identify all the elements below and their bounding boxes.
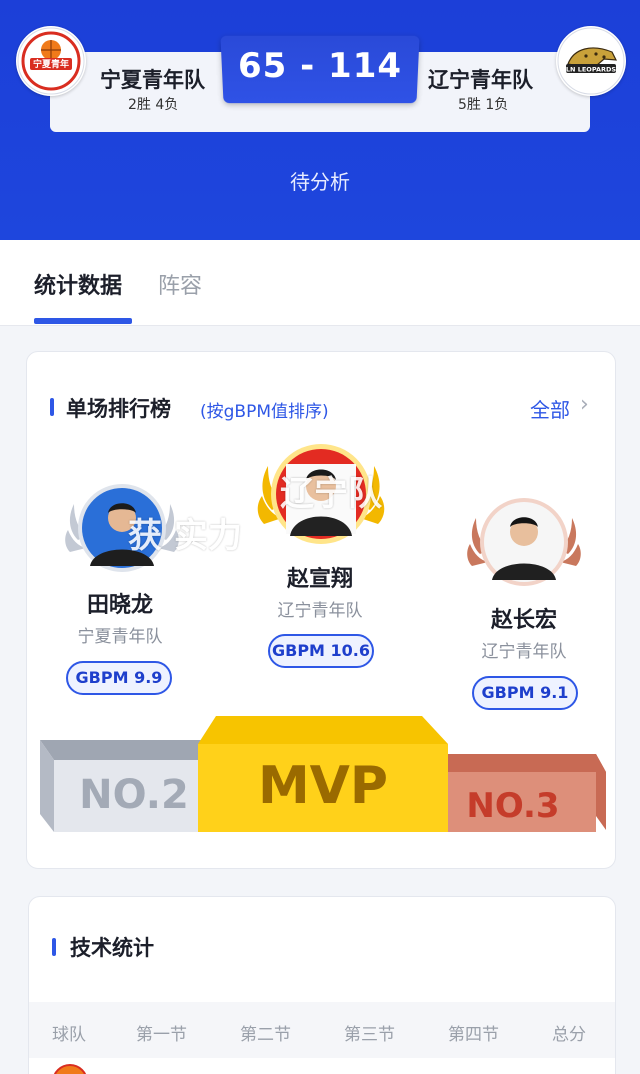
gbpm-badge-tian: GBPM 9.9 [66, 661, 172, 695]
match-header: 宁夏青年 宁夏青年队 2胜 4负 65 - 114 辽宁青年队 5胜 1负 LN… [0, 0, 640, 240]
leopard-logo-icon: LN LEOPARDS [557, 27, 625, 95]
home-team-name[interactable]: 宁夏青年队 [100, 64, 205, 94]
col-q2: 第二节 [240, 1025, 291, 1045]
player-avatar-zhao-changhong[interactable] [466, 494, 582, 594]
podium-rank-2: NO.2 [79, 772, 189, 818]
col-total: 总分 [552, 1025, 586, 1045]
tab-lineup[interactable]: 阵容 [158, 268, 202, 300]
tech-stats-header-row [29, 1002, 615, 1058]
col-q4: 第四节 [448, 1025, 499, 1045]
overlay-caption-line2: 获 实力 [128, 516, 242, 556]
active-tab-indicator [34, 318, 132, 324]
tech-stats-title: 技术统计 [70, 936, 154, 960]
chevron-right-icon[interactable]: › [580, 392, 589, 417]
gbpm-badge-zhao-xuanxiang: GBPM 10.6 [268, 634, 374, 668]
svg-text:宁夏青年: 宁夏青年 [33, 58, 69, 70]
tab-bar: 统计数据 阵容 [0, 240, 640, 326]
player-name-tian: 田晓龙 [86, 593, 153, 618]
home-team-record: 2胜 4负 [128, 97, 179, 113]
section-marker [50, 398, 54, 416]
podium-mvp: MVP [257, 756, 389, 816]
tab-statistics[interactable]: 统计数据 [34, 268, 122, 300]
player-name-zhao-xuanxiang: 赵宣翔 [286, 567, 353, 592]
home-team-logo[interactable]: 宁夏青年 [16, 26, 86, 96]
analysis-status: 待分析 [290, 170, 350, 194]
player-name-zhao-changhong: 赵长宏 [490, 608, 557, 633]
player-team-tian: 宁夏青年队 [77, 627, 163, 647]
basketball-logo-icon: 宁夏青年 [17, 27, 85, 95]
col-q1: 第一节 [136, 1025, 187, 1045]
away-team-record: 5胜 1负 [458, 97, 509, 113]
col-team: 球队 [52, 1025, 86, 1045]
away-team-name[interactable]: 辽宁青年队 [428, 64, 533, 94]
section-marker [52, 938, 56, 956]
ranking-subtitle: (按gBPM值排序) [200, 402, 329, 422]
overlay-caption-line1: 辽宁队 [280, 474, 382, 514]
match-score: 65 - 114 [237, 46, 403, 86]
player-team-zhao-changhong: 辽宁青年队 [481, 642, 567, 662]
away-team-logo[interactable]: LN LEOPARDS [556, 26, 626, 96]
svg-text:LN LEOPARDS: LN LEOPARDS [566, 66, 617, 74]
gbpm-badge-zhao-changhong: GBPM 9.1 [472, 676, 578, 710]
podium-rank-3: NO.3 [466, 786, 560, 826]
ranking-title: 单场排行榜 [66, 397, 171, 421]
col-q3: 第三节 [344, 1025, 395, 1045]
view-all-link[interactable]: 全部 [530, 394, 570, 423]
player-team-zhao-xuanxiang: 辽宁青年队 [277, 601, 363, 621]
